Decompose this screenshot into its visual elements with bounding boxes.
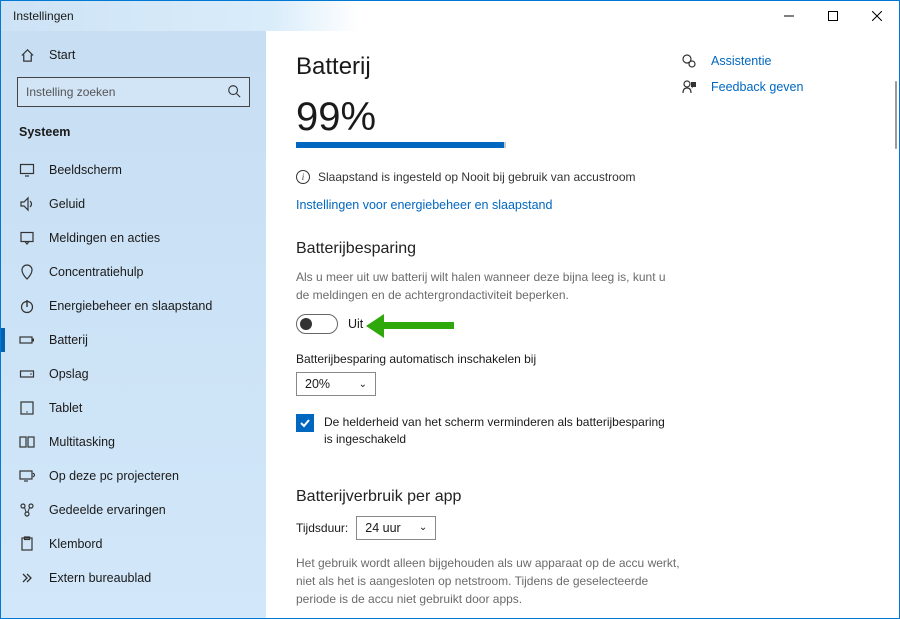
section-saver-header: Batterijbesparing <box>296 240 681 258</box>
maximize-button[interactable] <box>811 1 855 31</box>
help-feedback-label: Feedback geven <box>711 80 803 94</box>
auto-threshold-label: Batterijbesparing automatisch inschakele… <box>296 352 681 366</box>
minimize-button[interactable] <box>767 1 811 31</box>
sidebar-item-label: Batterij <box>49 333 88 347</box>
dim-checkbox-label: De helderheid van het scherm verminderen… <box>324 414 676 448</box>
sidebar-item-label: Op deze pc projecteren <box>49 469 179 483</box>
remote-icon <box>19 570 35 586</box>
usage-note: Het gebruik wordt alleen bijgehouden als… <box>296 554 681 608</box>
clipboard-icon <box>19 536 35 552</box>
sidebar-item-label: Gedeelde ervaringen <box>49 503 166 517</box>
help-assist-link[interactable]: Assistentie <box>681 53 861 69</box>
sidebar-item-label: Klembord <box>49 537 103 551</box>
sidebar-home[interactable]: Start <box>1 41 266 69</box>
power-icon <box>19 298 35 314</box>
notifications-icon <box>19 230 35 246</box>
sidebar-item-label: Energiebeheer en slaapstand <box>49 299 212 313</box>
sidebar-item-label: Geluid <box>49 197 85 211</box>
sidebar-item-klembord[interactable]: Klembord <box>1 527 266 561</box>
sidebar-item-label: Extern bureaublad <box>49 571 151 585</box>
multitasking-icon <box>19 434 35 450</box>
sidebar-item-label: Opslag <box>49 367 89 381</box>
duration-label: Tijdsduur: <box>296 521 348 535</box>
sidebar-item-tablet[interactable]: Tablet <box>1 391 266 425</box>
sound-icon <box>19 196 35 212</box>
saver-toggle-label: Uit <box>348 317 363 331</box>
tablet-icon <box>19 400 35 416</box>
titlebar: Instellingen <box>1 1 899 31</box>
storage-icon <box>19 366 35 382</box>
search-icon <box>227 84 241 101</box>
duration-select[interactable]: 24 uur ⌄ <box>356 516 436 540</box>
feedback-icon <box>681 79 699 95</box>
sidebar-item-gedeelde[interactable]: Gedeelde ervaringen <box>1 493 266 527</box>
sidebar-item-projecteren[interactable]: Op deze pc projecteren <box>1 459 266 493</box>
saver-toggle[interactable] <box>296 314 338 334</box>
duration-value: 24 uur <box>365 521 400 535</box>
page-title: Batterij <box>296 53 681 81</box>
scrollbar[interactable] <box>895 81 897 149</box>
close-button[interactable] <box>855 1 899 31</box>
sleep-info-text: Slaapstand is ingesteld op Nooit bij geb… <box>318 170 636 184</box>
sidebar-item-label: Concentratiehulp <box>49 265 144 279</box>
home-icon <box>19 47 35 63</box>
project-icon <box>19 468 35 484</box>
sidebar-item-energie[interactable]: Energiebeheer en slaapstand <box>1 289 266 323</box>
search-box[interactable] <box>17 77 250 107</box>
chevron-down-icon: ⌄ <box>359 379 367 390</box>
window-title: Instellingen <box>13 9 74 23</box>
content-area: Batterij 99% i Slaapstand is ingesteld o… <box>266 31 899 618</box>
chevron-down-icon: ⌄ <box>419 522 427 533</box>
sidebar-section-label: Systeem <box>1 117 266 153</box>
section-usage-header: Batterijverbruik per app <box>296 488 681 506</box>
sidebar-item-concentratie[interactable]: Concentratiehulp <box>1 255 266 289</box>
battery-percent: 99% <box>296 95 681 140</box>
sidebar-item-meldingen[interactable]: Meldingen en acties <box>1 221 266 255</box>
battery-icon <box>19 332 35 348</box>
sidebar-home-label: Start <box>49 48 75 62</box>
sidebar-item-label: Beeldscherm <box>49 163 122 177</box>
sleep-info: i Slaapstand is ingesteld op Nooit bij g… <box>296 170 681 184</box>
saver-desc: Als u meer uit uw batterij wilt halen wa… <box>296 268 666 304</box>
shared-icon <box>19 502 35 518</box>
auto-threshold-select[interactable]: 20% ⌄ <box>296 372 376 396</box>
power-sleep-link[interactable]: Instellingen voor energiebeheer en slaap… <box>296 198 552 212</box>
dim-checkbox[interactable] <box>296 414 314 432</box>
sidebar-item-label: Multitasking <box>49 435 115 449</box>
search-input[interactable] <box>26 85 227 99</box>
assist-icon <box>681 53 699 69</box>
auto-threshold-value: 20% <box>305 377 330 391</box>
sidebar-item-beeldscherm[interactable]: Beeldscherm <box>1 153 266 187</box>
sidebar-item-opslag[interactable]: Opslag <box>1 357 266 391</box>
sidebar-item-label: Meldingen en acties <box>49 231 160 245</box>
display-icon <box>19 162 35 178</box>
sidebar-item-extern[interactable]: Extern bureaublad <box>1 561 266 595</box>
battery-progress-bar <box>296 142 506 148</box>
focus-icon <box>19 264 35 280</box>
sidebar-item-batterij[interactable]: Batterij <box>1 323 266 357</box>
sidebar: Start Systeem Beeldscherm Geluid Me <box>1 31 266 618</box>
sidebar-item-multitasking[interactable]: Multitasking <box>1 425 266 459</box>
info-icon: i <box>296 170 310 184</box>
help-assist-label: Assistentie <box>711 54 771 68</box>
sidebar-item-geluid[interactable]: Geluid <box>1 187 266 221</box>
help-feedback-link[interactable]: Feedback geven <box>681 79 861 95</box>
sidebar-item-label: Tablet <box>49 401 82 415</box>
